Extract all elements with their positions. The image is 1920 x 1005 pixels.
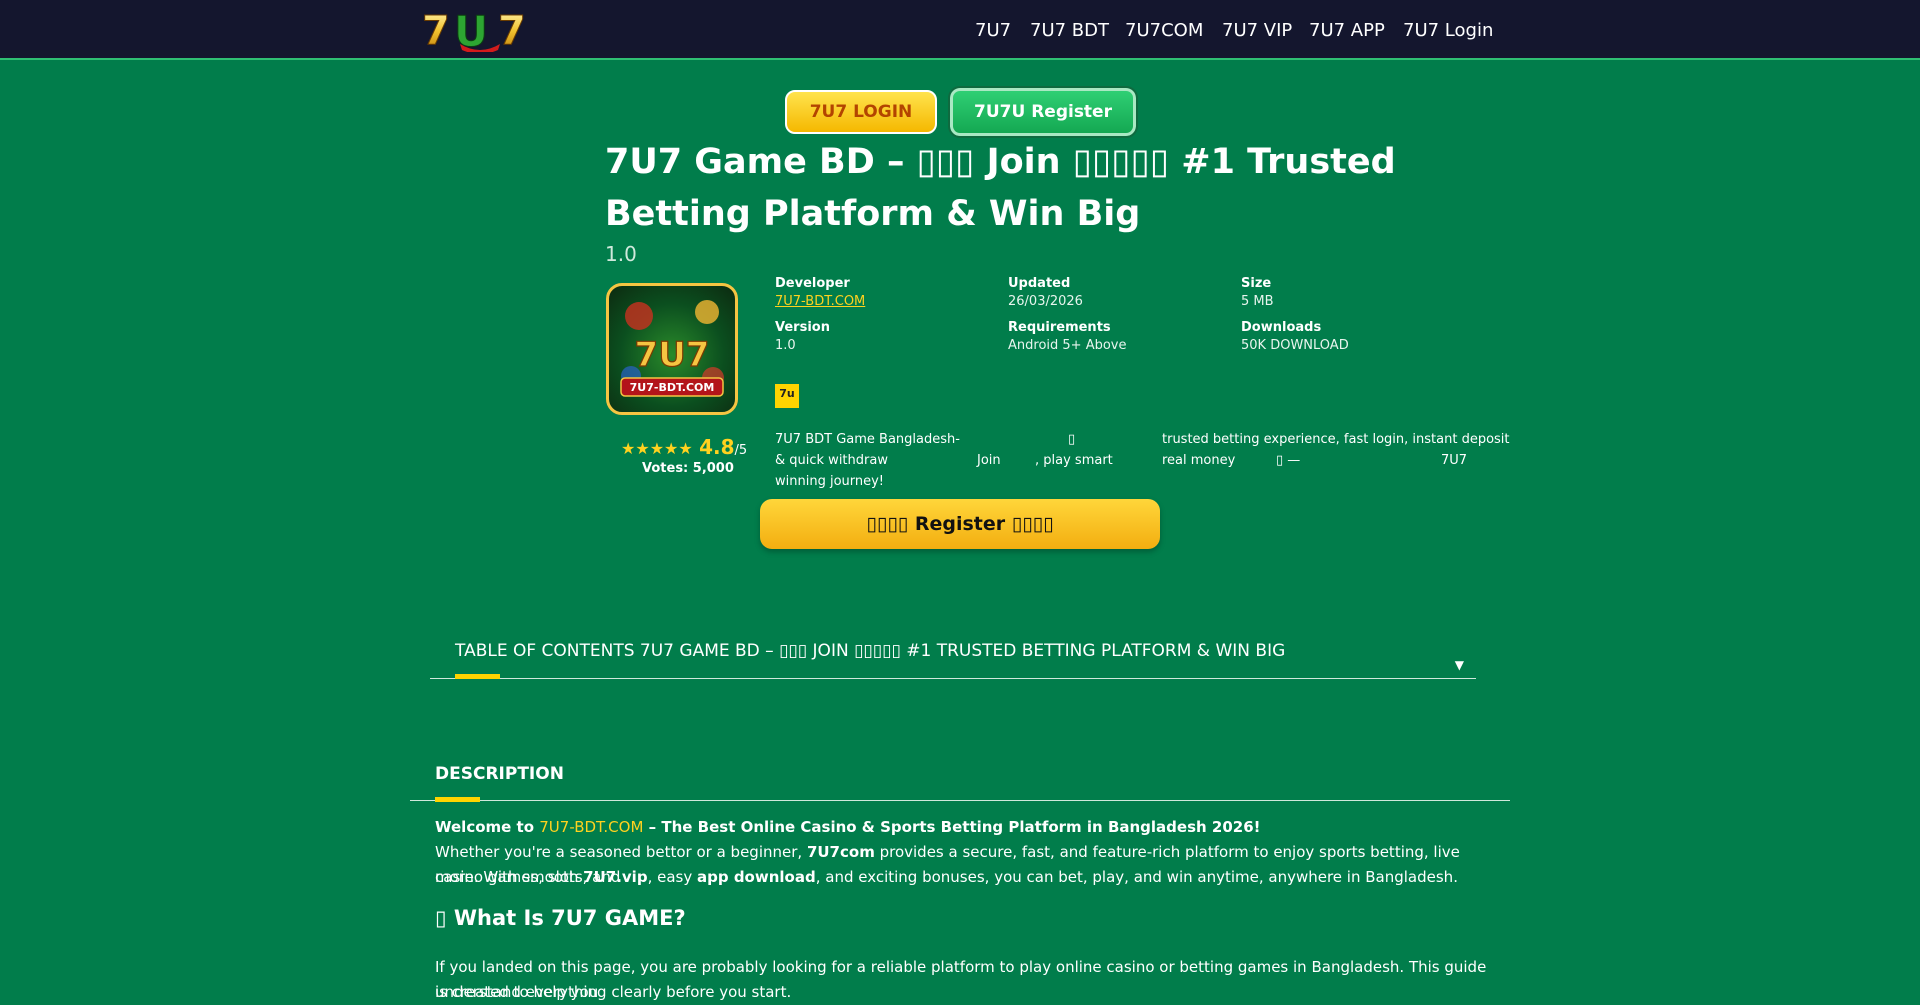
- site-logo[interactable]: 7 U 7: [420, 6, 540, 52]
- desc-text: Join: [977, 453, 1001, 468]
- brand-text: 7U7com: [806, 843, 875, 861]
- rating-value: 4.8: [699, 435, 735, 459]
- svg-text:7: 7: [498, 8, 526, 52]
- intro-paragraph-line2: more. With smooth 7U7.vip, easy app down…: [435, 865, 1495, 890]
- table-of-contents-toggle[interactable]: TABLE OF CONTENTS 7U7 GAME BD – ▯▯▯ JOIN…: [430, 636, 1476, 679]
- developer-value[interactable]: 7U7-BDT.COM: [775, 294, 865, 309]
- desc-text: ▯ —: [1276, 453, 1301, 468]
- developer-link[interactable]: 7U7-BDT.COM: [775, 294, 865, 309]
- what-is-heading: ▯ What Is 7U7 GAME?: [435, 906, 686, 930]
- text: , and exciting bonuses, you can bet, pla…: [815, 868, 1458, 886]
- tag-badge[interactable]: 7u: [775, 384, 799, 408]
- downloads-value: 50K DOWNLOAD: [1241, 338, 1349, 353]
- page-title: 7U7 Game BD – ▯▯▯ Join ▯▯▯▯▯ #1 Trusted …: [605, 142, 1396, 234]
- welcome-pre: Welcome to: [435, 818, 540, 836]
- rating-max: /5: [734, 443, 748, 458]
- desc-text: & quick withdraw: [775, 453, 888, 468]
- version-number: 1.0: [605, 242, 637, 266]
- desc-text: winning journey!: [775, 474, 885, 489]
- welcome-link[interactable]: 7U7-BDT.COM: [539, 818, 643, 836]
- desc-text: real money: [1162, 453, 1236, 468]
- svg-text:7: 7: [422, 8, 450, 52]
- svg-text:U: U: [454, 7, 488, 52]
- desc-text: 7U7: [1441, 453, 1468, 468]
- app-icon-site: 7U7-BDT.COM: [630, 381, 715, 394]
- nav-7u7com[interactable]: 7U7COM: [1125, 20, 1203, 41]
- bold-text: app download: [697, 868, 816, 886]
- nav-7u7-login[interactable]: 7U7 Login: [1403, 20, 1493, 41]
- desc-text: 7U7 BDT Game Bangladesh-: [775, 432, 960, 447]
- welcome-post: – The Best Online Casino & Sports Bettin…: [643, 818, 1261, 836]
- desc-text: ▯: [1068, 432, 1076, 447]
- size-value: 5 MB: [1241, 294, 1274, 309]
- requirements-label: Requirements: [1008, 320, 1111, 335]
- text: Whether you're a seasoned bettor or a be…: [435, 843, 807, 861]
- text: more. With smooth: [435, 868, 584, 886]
- toc-underline: [455, 674, 500, 679]
- toc-title: TABLE OF CONTENTS 7U7 GAME BD – ▯▯▯ JOIN…: [455, 641, 1286, 661]
- register-button[interactable]: 7U7U Register: [948, 86, 1138, 138]
- developer-label: Developer: [775, 276, 850, 291]
- description-underline: [435, 797, 480, 802]
- nav-7u7-bdt[interactable]: 7U7 BDT: [1030, 20, 1109, 41]
- brand-text: 7U7.vip: [583, 868, 648, 886]
- version-label: Version: [775, 320, 830, 335]
- welcome-paragraph: Welcome to 7U7-BDT.COM – The Best Online…: [435, 815, 1495, 840]
- nav-7u7-vip[interactable]: 7U7 VIP: [1222, 20, 1292, 41]
- chevron-down-icon[interactable]: ▼: [1455, 658, 1464, 672]
- rating-stars-icon: ★★★★★: [621, 439, 693, 458]
- updated-label: Updated: [1008, 276, 1071, 291]
- nav-7u7[interactable]: 7U7: [975, 20, 1011, 41]
- desc-text: trusted betting experience, fast login, …: [1162, 432, 1510, 447]
- big-register-button[interactable]: ▯▯▯▯ Register ▯▯▯▯: [760, 499, 1160, 549]
- updated-value: 26/03/2026: [1008, 294, 1083, 309]
- description-heading: DESCRIPTION: [435, 764, 564, 784]
- text: , easy: [647, 868, 697, 886]
- app-icon-graphic: 7U7 7U7-BDT.COM: [620, 300, 724, 397]
- app-icon: 7U7 7U7-BDT.COM: [606, 283, 738, 415]
- app-icon-text: 7U7: [635, 335, 710, 375]
- requirements-value: Android 5+ Above: [1008, 338, 1127, 353]
- rating: ★★★★★ 4.8/5: [621, 435, 747, 459]
- size-label: Size: [1241, 276, 1272, 291]
- downloads-label: Downloads: [1241, 320, 1322, 335]
- nav-7u7-app[interactable]: 7U7 APP: [1309, 20, 1385, 41]
- version-value: 1.0: [775, 338, 796, 353]
- votes-count: Votes: 5,000: [642, 461, 734, 476]
- top-navbar: 7 U 7 7U7 7U7 BDT 7U7COM 7U7 VIP 7U7 APP…: [0, 0, 1920, 60]
- description-section-header: DESCRIPTION: [410, 755, 1510, 802]
- desc-text: , play smart: [1035, 453, 1113, 468]
- login-button[interactable]: 7U7 LOGIN: [785, 90, 937, 134]
